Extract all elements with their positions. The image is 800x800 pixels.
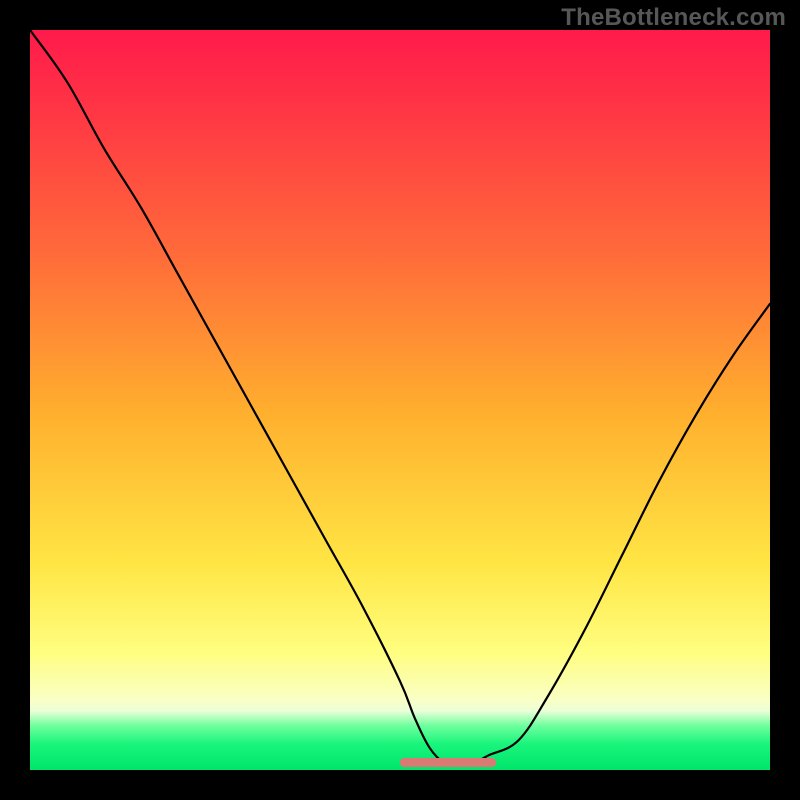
- bottleneck-curve: [30, 30, 770, 770]
- plot-area: [30, 30, 770, 770]
- optimal-region-marker: [400, 758, 496, 767]
- curve-path: [30, 30, 770, 764]
- chart-frame: TheBottleneck.com: [0, 0, 800, 800]
- watermark-text: TheBottleneck.com: [561, 4, 786, 32]
